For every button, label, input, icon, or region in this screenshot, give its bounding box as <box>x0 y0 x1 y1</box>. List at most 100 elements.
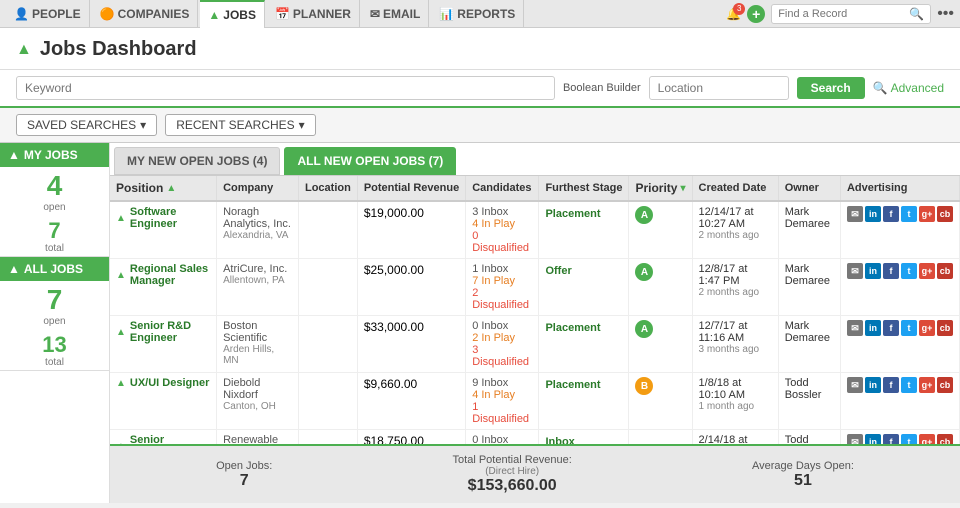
adv-icon-adv-cb[interactable]: cb <box>937 434 953 444</box>
nav-item-email[interactable]: ✉ EMAIL <box>362 0 429 28</box>
adv-icon-adv-tw[interactable]: t <box>901 263 917 279</box>
col-stage[interactable]: Furthest Stage <box>539 176 629 201</box>
created-date: 12/8/17 at 1:47 PM <box>699 263 772 287</box>
adv-icon-adv-gp[interactable]: g+ <box>919 263 935 279</box>
col-location[interactable]: Location <box>298 176 357 201</box>
nav-item-companies[interactable]: 🟠 COMPANIES <box>92 0 199 28</box>
job-location: Allentown, PA <box>223 275 292 286</box>
more-options-button[interactable]: ••• <box>937 5 954 23</box>
notification-bell[interactable]: 🔔 3 <box>726 7 741 21</box>
adv-icon-adv-cb[interactable]: cb <box>937 377 953 393</box>
adv-icon-adv-li[interactable]: in <box>865 377 881 393</box>
adv-icon-adv-fb[interactable]: f <box>883 377 899 393</box>
adv-icon-adv-cb[interactable]: cb <box>937 320 953 336</box>
recent-searches-button[interactable]: RECENT SEARCHES ▾ <box>165 114 316 136</box>
cell-candidates: 9 Inbox 4 In Play 1 Disqualified <box>466 373 539 430</box>
tab-all-new-open-jobs[interactable]: ALL NEW OPEN JOBS (7) <box>284 147 456 175</box>
advertising-icons: ✉inftg+cb <box>847 434 953 444</box>
cell-position: ▲ Senior R&D Engineer <box>110 316 217 373</box>
advertising-icons: ✉inftg+cb <box>847 263 953 279</box>
job-title-link[interactable]: ▲ Senior R&D Engineer <box>116 320 210 344</box>
job-title-link[interactable]: ▲ Regional Sales Manager <box>116 263 210 287</box>
job-title-link[interactable]: ▲ UX/UI Designer <box>116 377 210 389</box>
adv-icon-adv-tw[interactable]: t <box>901 320 917 336</box>
my-jobs-section: ▲ MY JOBS 4 open 7 total <box>0 143 109 257</box>
owner-name[interactable]: Mark Demaree <box>785 320 834 344</box>
adv-icon-adv-li[interactable]: in <box>865 206 881 222</box>
adv-icon-adv-email[interactable]: ✉ <box>847 206 863 222</box>
col-advertising[interactable]: Advertising <box>840 176 959 201</box>
owner-name[interactable]: Mark Demaree <box>785 263 834 287</box>
global-search-input[interactable] <box>778 8 909 20</box>
global-search[interactable]: 🔍 <box>771 4 931 24</box>
adv-icon-adv-fb[interactable]: f <box>883 263 899 279</box>
adv-icon-adv-fb[interactable]: f <box>883 434 899 444</box>
boolean-builder-link[interactable]: Boolean Builder <box>563 82 641 94</box>
cell-stage: Offer <box>539 259 629 316</box>
job-company[interactable]: Renewable Energy Group, Inc. <box>223 434 292 444</box>
nav-item-reports[interactable]: 📊 REPORTS <box>431 0 524 28</box>
adv-icon-adv-fb[interactable]: f <box>883 320 899 336</box>
owner-name[interactable]: Mark Demaree <box>785 206 834 230</box>
col-priority[interactable]: Priority ▾ <box>629 176 692 201</box>
cell-stage: Placement <box>539 316 629 373</box>
cell-company: Boston Scientific Arden Hills, MN <box>217 316 299 373</box>
adv-icon-adv-tw[interactable]: t <box>901 206 917 222</box>
adv-icon-adv-gp[interactable]: g+ <box>919 206 935 222</box>
nav-item-planner[interactable]: 📅 PLANNER <box>267 0 360 28</box>
nav-item-jobs[interactable]: ▲ JOBS <box>200 0 265 28</box>
job-company[interactable]: AtriCure, Inc. <box>223 263 292 275</box>
search-button[interactable]: Search <box>797 77 865 99</box>
adv-icon-adv-li[interactable]: in <box>865 320 881 336</box>
nav-right-area: 🔔 3 + 🔍 ••• <box>726 4 954 24</box>
job-title-link[interactable]: ▲ Senior Accountant <box>116 434 210 444</box>
adv-icon-adv-tw[interactable]: t <box>901 377 917 393</box>
owner-name[interactable]: Todd Bossler <box>785 377 834 401</box>
job-company[interactable]: Noragh Analytics, Inc. <box>223 206 292 230</box>
job-company[interactable]: Diebold Nixdorf <box>223 377 292 401</box>
col-position[interactable]: Position ▲ <box>110 176 217 201</box>
adv-icon-adv-gp[interactable]: g+ <box>919 434 935 444</box>
col-candidates[interactable]: Candidates <box>466 176 539 201</box>
tab-my-new-open-jobs[interactable]: MY NEW OPEN JOBS (4) <box>114 147 280 175</box>
col-revenue[interactable]: Potential Revenue <box>357 176 465 201</box>
avg-days-stat: Average Days Open: 51 <box>752 460 854 490</box>
created-date: 1/8/18 at 10:10 AM <box>699 377 772 401</box>
adv-icon-adv-email[interactable]: ✉ <box>847 263 863 279</box>
cell-priority: A <box>629 201 692 259</box>
col-company[interactable]: Company <box>217 176 299 201</box>
job-title-link[interactable]: ▲ Software Engineer <box>116 206 210 230</box>
adv-icon-adv-li[interactable]: in <box>865 434 881 444</box>
cell-advertising: ✉inftg+cb <box>840 201 959 259</box>
chevron-down-icon: ▾ <box>140 118 146 132</box>
advanced-search-link[interactable]: 🔍 Advanced <box>873 81 944 95</box>
adv-icon-adv-li[interactable]: in <box>865 263 881 279</box>
adv-icon-adv-tw[interactable]: t <box>901 434 917 444</box>
stage-link[interactable]: Inbox <box>545 436 574 444</box>
col-date[interactable]: Created Date <box>692 176 778 201</box>
adv-icon-adv-gp[interactable]: g+ <box>919 377 935 393</box>
location-input[interactable] <box>649 76 789 100</box>
adv-icon-adv-cb[interactable]: cb <box>937 263 953 279</box>
notification-badge: 3 <box>733 3 745 15</box>
adv-icon-adv-email[interactable]: ✉ <box>847 434 863 444</box>
col-owner[interactable]: Owner <box>778 176 840 201</box>
adv-icon-adv-cb[interactable]: cb <box>937 206 953 222</box>
job-company[interactable]: Boston Scientific <box>223 320 292 344</box>
adv-icon-adv-email[interactable]: ✉ <box>847 320 863 336</box>
stage-link[interactable]: Offer <box>545 265 571 277</box>
add-record-button[interactable]: + <box>747 5 765 23</box>
nav-item-people[interactable]: 👤 PEOPLE <box>6 0 90 28</box>
saved-searches-button[interactable]: SAVED SEARCHES ▾ <box>16 114 157 136</box>
advertising-icons: ✉inftg+cb <box>847 377 953 393</box>
owner-name[interactable]: Todd Bossler <box>785 434 834 444</box>
adv-icon-adv-email[interactable]: ✉ <box>847 377 863 393</box>
stage-link[interactable]: Placement <box>545 322 600 334</box>
keyword-input[interactable] <box>16 76 555 100</box>
stage-link[interactable]: Placement <box>545 379 600 391</box>
adv-icon-adv-fb[interactable]: f <box>883 206 899 222</box>
jobs-header-icon: ▲ <box>16 41 32 59</box>
adv-icon-adv-gp[interactable]: g+ <box>919 320 935 336</box>
stage-link[interactable]: Placement <box>545 208 600 220</box>
priority-badge: A <box>635 320 653 338</box>
